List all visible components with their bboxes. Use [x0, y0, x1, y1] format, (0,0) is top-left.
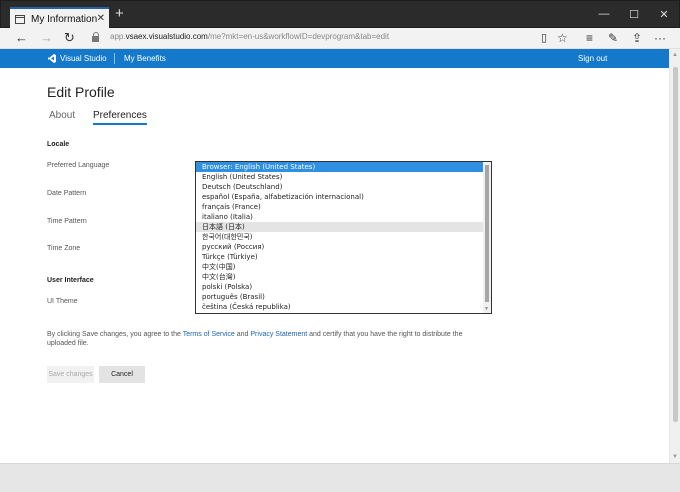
- share-icon[interactable]: ⇪: [632, 31, 642, 45]
- dropdown-scrollbar-thumb[interactable]: [485, 165, 489, 302]
- favorite-star-icon[interactable]: ☆: [557, 31, 568, 45]
- date-pattern-label: Date Pattern: [47, 190, 87, 197]
- browser-tab-bar: My Information ✕ + — ☐ ✕: [0, 0, 680, 29]
- language-option[interactable]: 中文(台灣): [196, 272, 483, 282]
- tab-close-icon[interactable]: ✕: [97, 13, 105, 24]
- more-icon[interactable]: ···: [654, 31, 666, 45]
- legal-text-1: By clicking Save changes, you agree to t…: [47, 331, 183, 338]
- language-option[interactable]: português (Brasil): [196, 292, 483, 302]
- legal-notice: By clicking Save changes, you agree to t…: [47, 330, 477, 348]
- language-option[interactable]: polski (Polska): [196, 282, 483, 292]
- language-option[interactable]: čeština (Česká republika): [196, 302, 483, 312]
- user-interface-section-header: User Interface: [47, 277, 94, 284]
- close-window-button[interactable]: ✕: [649, 1, 679, 27]
- language-option[interactable]: Deutsch (Deutschland): [196, 182, 483, 192]
- address-bar: ← → ↻ app.vsaex.visualstudio.com/me?mkt=…: [0, 28, 680, 49]
- maximize-button[interactable]: ☐: [619, 1, 649, 27]
- vs-brand-link[interactable]: Visual Studio: [60, 54, 107, 63]
- language-option[interactable]: italiano (Italia): [196, 212, 483, 222]
- language-option[interactable]: español (España, alfabetización internac…: [196, 192, 483, 202]
- url-path: /me?mkt=en-us&workflowID=devprogram&tab=…: [207, 32, 390, 41]
- time-pattern-label: Time Pattern: [47, 218, 87, 225]
- language-option[interactable]: 한국어(대한민국): [196, 232, 483, 242]
- url-field[interactable]: app.vsaex.visualstudio.com/me?mkt=en-us&…: [110, 32, 389, 41]
- header-divider: [114, 53, 115, 64]
- language-option[interactable]: English (United States): [196, 172, 483, 182]
- page-title: Edit Profile: [47, 84, 115, 100]
- language-option[interactable]: 中文(中国): [196, 262, 483, 272]
- tab-preferences[interactable]: Preferences: [93, 110, 147, 125]
- minimize-button[interactable]: —: [589, 1, 619, 27]
- forward-icon[interactable]: →: [40, 30, 53, 46]
- reading-view-icon[interactable]: ▯: [541, 31, 547, 45]
- preferred-language-label: Preferred Language: [47, 162, 110, 169]
- browser-tab[interactable]: My Information ✕: [10, 7, 109, 29]
- tab-title: My Information: [31, 13, 98, 25]
- url-host: vsaex.visualstudio.com: [125, 32, 208, 41]
- my-benefits-link[interactable]: My Benefits: [124, 54, 166, 63]
- terms-of-service-link[interactable]: Terms of Service: [183, 331, 235, 338]
- scroll-up-arrow-icon[interactable]: ▲: [672, 52, 678, 58]
- language-options: Browser: English (United States) English …: [196, 162, 483, 312]
- privacy-statement-link[interactable]: Privacy Statement: [250, 331, 307, 338]
- page-icon: [15, 14, 25, 24]
- back-icon[interactable]: ←: [15, 30, 28, 46]
- ui-theme-label: UI Theme: [47, 298, 78, 305]
- vs-header-bar: Visual Studio My Benefits Sign out: [0, 49, 669, 68]
- scroll-down-arrow-icon[interactable]: ▼: [672, 454, 678, 460]
- visual-studio-logo-icon: [48, 54, 56, 63]
- locale-section-header: Locale: [47, 141, 70, 148]
- cancel-button[interactable]: Cancel: [99, 366, 145, 383]
- language-option[interactable]: Türkçe (Türkiye): [196, 252, 483, 262]
- page-scrollbar-thumb[interactable]: [673, 67, 678, 422]
- language-option[interactable]: 日本語 (日本): [196, 222, 483, 232]
- language-option[interactable]: Browser: English (United States): [196, 162, 483, 172]
- scroll-down-arrow-icon[interactable]: ▼: [484, 306, 489, 312]
- refresh-icon[interactable]: ↻: [64, 30, 75, 46]
- page-scrollbar[interactable]: ▲ ▼: [669, 49, 680, 463]
- window-controls: — ☐ ✕: [589, 1, 679, 27]
- save-changes-button[interactable]: Save changes: [47, 366, 94, 383]
- new-tab-button[interactable]: +: [115, 6, 124, 21]
- lock-icon: [92, 32, 100, 43]
- sign-out-link[interactable]: Sign out: [578, 54, 607, 63]
- language-option[interactable]: русский (Россия): [196, 242, 483, 252]
- window-bottom-strip: [0, 463, 680, 492]
- preferred-language-dropdown-list[interactable]: Browser: English (United States) English …: [195, 161, 492, 314]
- language-option[interactable]: français (France): [196, 202, 483, 212]
- url-prefix: app.: [110, 32, 126, 41]
- legal-text-2: and: [234, 331, 251, 338]
- hub-icon[interactable]: ≡: [586, 31, 593, 45]
- dropdown-scrollbar[interactable]: ▼: [483, 162, 491, 313]
- tab-about[interactable]: About: [49, 110, 75, 121]
- web-note-icon[interactable]: ✎: [608, 31, 618, 45]
- time-zone-label: Time Zone: [47, 245, 81, 252]
